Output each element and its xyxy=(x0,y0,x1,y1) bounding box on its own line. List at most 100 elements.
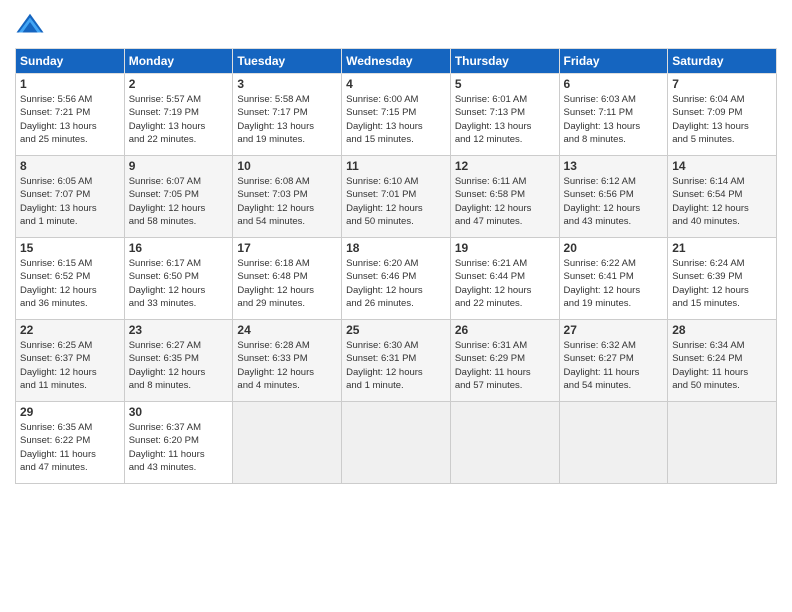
calendar-day-cell: 30 Sunrise: 6:37 AMSunset: 6:20 PMDayligh… xyxy=(124,402,233,484)
day-number: 6 xyxy=(564,77,664,91)
weekday-header-tuesday: Tuesday xyxy=(233,49,342,74)
day-info: Sunrise: 6:31 AMSunset: 6:29 PMDaylight:… xyxy=(455,339,555,392)
day-info: Sunrise: 6:21 AMSunset: 6:44 PMDaylight:… xyxy=(455,257,555,310)
day-info: Sunrise: 6:14 AMSunset: 6:54 PMDaylight:… xyxy=(672,175,772,228)
day-info: Sunrise: 6:24 AMSunset: 6:39 PMDaylight:… xyxy=(672,257,772,310)
day-info: Sunrise: 6:27 AMSunset: 6:35 PMDaylight:… xyxy=(129,339,229,392)
day-number: 19 xyxy=(455,241,555,255)
day-info: Sunrise: 6:07 AMSunset: 7:05 PMDaylight:… xyxy=(129,175,229,228)
calendar-day-cell: 13 Sunrise: 6:12 AMSunset: 6:56 PMDayligh… xyxy=(559,156,668,238)
calendar-day-cell: 19 Sunrise: 6:21 AMSunset: 6:44 PMDayligh… xyxy=(450,238,559,320)
calendar-day-cell: 6 Sunrise: 6:03 AMSunset: 7:11 PMDaylight… xyxy=(559,74,668,156)
day-number: 20 xyxy=(564,241,664,255)
day-info: Sunrise: 6:20 AMSunset: 6:46 PMDaylight:… xyxy=(346,257,446,310)
page: SundayMondayTuesdayWednesdayThursdayFrid… xyxy=(0,0,792,612)
day-number: 18 xyxy=(346,241,446,255)
calendar-day-cell: 4Sunrise: 6:00 AMSunset: 7:15 PMDaylight… xyxy=(342,74,451,156)
calendar-day-cell: 28Sunrise: 6:34 AMSunset: 6:24 PMDayligh… xyxy=(668,320,777,402)
day-info: Sunrise: 6:32 AMSunset: 6:27 PMDaylight:… xyxy=(564,339,664,392)
day-number: 27 xyxy=(564,323,664,337)
calendar-day-cell: 21 Sunrise: 6:24 AMSunset: 6:39 PMDayligh… xyxy=(668,238,777,320)
weekday-header-row: SundayMondayTuesdayWednesdayThursdayFrid… xyxy=(16,49,777,74)
day-number: 30 xyxy=(129,405,229,419)
day-info: Sunrise: 6:05 AMSunset: 7:07 PMDaylight:… xyxy=(20,175,120,228)
calendar-day-cell xyxy=(559,402,668,484)
day-info: Sunrise: 6:30 AMSunset: 6:31 PMDaylight:… xyxy=(346,339,446,392)
calendar-day-cell: 2 Sunrise: 5:57 AMSunset: 7:19 PMDaylight… xyxy=(124,74,233,156)
calendar-day-cell xyxy=(233,402,342,484)
day-number: 7 xyxy=(672,77,772,91)
day-number: 10 xyxy=(237,159,337,173)
day-number: 28 xyxy=(672,323,772,337)
calendar-day-cell: 1 Sunrise: 5:56 AMSunset: 7:21 PMDaylight… xyxy=(16,74,125,156)
calendar-day-cell: 15 Sunrise: 6:15 AMSunset: 6:52 PMDayligh… xyxy=(16,238,125,320)
calendar-week-row: 1 Sunrise: 5:56 AMSunset: 7:21 PMDaylight… xyxy=(16,74,777,156)
day-info: Sunrise: 6:25 AMSunset: 6:37 PMDaylight:… xyxy=(20,339,120,392)
day-info: Sunrise: 6:08 AMSunset: 7:03 PMDaylight:… xyxy=(237,175,337,228)
day-number: 4 xyxy=(346,77,446,91)
calendar-day-cell: 9Sunrise: 6:07 AMSunset: 7:05 PMDaylight… xyxy=(124,156,233,238)
day-number: 1 xyxy=(20,77,120,91)
header xyxy=(15,10,777,40)
weekday-header-monday: Monday xyxy=(124,49,233,74)
day-number: 21 xyxy=(672,241,772,255)
calendar-day-cell xyxy=(342,402,451,484)
day-number: 16 xyxy=(129,241,229,255)
calendar-week-row: 22 Sunrise: 6:25 AMSunset: 6:37 PMDayligh… xyxy=(16,320,777,402)
day-number: 23 xyxy=(129,323,229,337)
day-info: Sunrise: 5:58 AMSunset: 7:17 PMDaylight:… xyxy=(237,93,337,146)
day-info: Sunrise: 5:57 AMSunset: 7:19 PMDaylight:… xyxy=(129,93,229,146)
day-info: Sunrise: 6:04 AMSunset: 7:09 PMDaylight:… xyxy=(672,93,772,146)
weekday-header-saturday: Saturday xyxy=(668,49,777,74)
day-number: 3 xyxy=(237,77,337,91)
logo-icon xyxy=(15,10,45,40)
day-info: Sunrise: 6:11 AMSunset: 6:58 PMDaylight:… xyxy=(455,175,555,228)
day-number: 11 xyxy=(346,159,446,173)
logo xyxy=(15,10,49,40)
day-info: Sunrise: 6:15 AMSunset: 6:52 PMDaylight:… xyxy=(20,257,120,310)
calendar-week-row: 15 Sunrise: 6:15 AMSunset: 6:52 PMDayligh… xyxy=(16,238,777,320)
day-info: Sunrise: 6:12 AMSunset: 6:56 PMDaylight:… xyxy=(564,175,664,228)
calendar-week-row: 8 Sunrise: 6:05 AMSunset: 7:07 PMDaylight… xyxy=(16,156,777,238)
day-number: 5 xyxy=(455,77,555,91)
day-info: Sunrise: 6:28 AMSunset: 6:33 PMDaylight:… xyxy=(237,339,337,392)
calendar-day-cell: 7 Sunrise: 6:04 AMSunset: 7:09 PMDaylight… xyxy=(668,74,777,156)
day-info: Sunrise: 6:03 AMSunset: 7:11 PMDaylight:… xyxy=(564,93,664,146)
calendar-day-cell: 26 Sunrise: 6:31 AMSunset: 6:29 PMDayligh… xyxy=(450,320,559,402)
calendar-day-cell: 29 Sunrise: 6:35 AMSunset: 6:22 PMDayligh… xyxy=(16,402,125,484)
day-info: Sunrise: 6:35 AMSunset: 6:22 PMDaylight:… xyxy=(20,421,120,474)
calendar-day-cell: 20 Sunrise: 6:22 AMSunset: 6:41 PMDayligh… xyxy=(559,238,668,320)
day-number: 13 xyxy=(564,159,664,173)
calendar-day-cell: 5 Sunrise: 6:01 AMSunset: 7:13 PMDaylight… xyxy=(450,74,559,156)
day-number: 15 xyxy=(20,241,120,255)
calendar-day-cell: 22 Sunrise: 6:25 AMSunset: 6:37 PMDayligh… xyxy=(16,320,125,402)
day-info: Sunrise: 6:01 AMSunset: 7:13 PMDaylight:… xyxy=(455,93,555,146)
day-number: 8 xyxy=(20,159,120,173)
calendar-day-cell: 16 Sunrise: 6:17 AMSunset: 6:50 PMDayligh… xyxy=(124,238,233,320)
calendar-day-cell: 11 Sunrise: 6:10 AMSunset: 7:01 PMDayligh… xyxy=(342,156,451,238)
day-number: 26 xyxy=(455,323,555,337)
calendar-day-cell xyxy=(450,402,559,484)
weekday-header-thursday: Thursday xyxy=(450,49,559,74)
day-info: Sunrise: 6:10 AMSunset: 7:01 PMDaylight:… xyxy=(346,175,446,228)
day-info: Sunrise: 6:37 AMSunset: 6:20 PMDaylight:… xyxy=(129,421,229,474)
day-number: 22 xyxy=(20,323,120,337)
calendar-day-cell: 24 Sunrise: 6:28 AMSunset: 6:33 PMDayligh… xyxy=(233,320,342,402)
day-number: 14 xyxy=(672,159,772,173)
day-info: Sunrise: 5:56 AMSunset: 7:21 PMDaylight:… xyxy=(20,93,120,146)
day-info: Sunrise: 6:22 AMSunset: 6:41 PMDaylight:… xyxy=(564,257,664,310)
calendar-day-cell: 3 Sunrise: 5:58 AMSunset: 7:17 PMDaylight… xyxy=(233,74,342,156)
day-number: 2 xyxy=(129,77,229,91)
day-number: 29 xyxy=(20,405,120,419)
day-number: 17 xyxy=(237,241,337,255)
calendar-day-cell: 8 Sunrise: 6:05 AMSunset: 7:07 PMDaylight… xyxy=(16,156,125,238)
weekday-header-friday: Friday xyxy=(559,49,668,74)
day-info: Sunrise: 6:17 AMSunset: 6:50 PMDaylight:… xyxy=(129,257,229,310)
calendar-day-cell: 12 Sunrise: 6:11 AMSunset: 6:58 PMDayligh… xyxy=(450,156,559,238)
calendar-table: SundayMondayTuesdayWednesdayThursdayFrid… xyxy=(15,48,777,484)
day-number: 24 xyxy=(237,323,337,337)
calendar-day-cell: 23 Sunrise: 6:27 AMSunset: 6:35 PMDayligh… xyxy=(124,320,233,402)
day-number: 12 xyxy=(455,159,555,173)
calendar-day-cell: 18 Sunrise: 6:20 AMSunset: 6:46 PMDayligh… xyxy=(342,238,451,320)
calendar-day-cell: 10 Sunrise: 6:08 AMSunset: 7:03 PMDayligh… xyxy=(233,156,342,238)
